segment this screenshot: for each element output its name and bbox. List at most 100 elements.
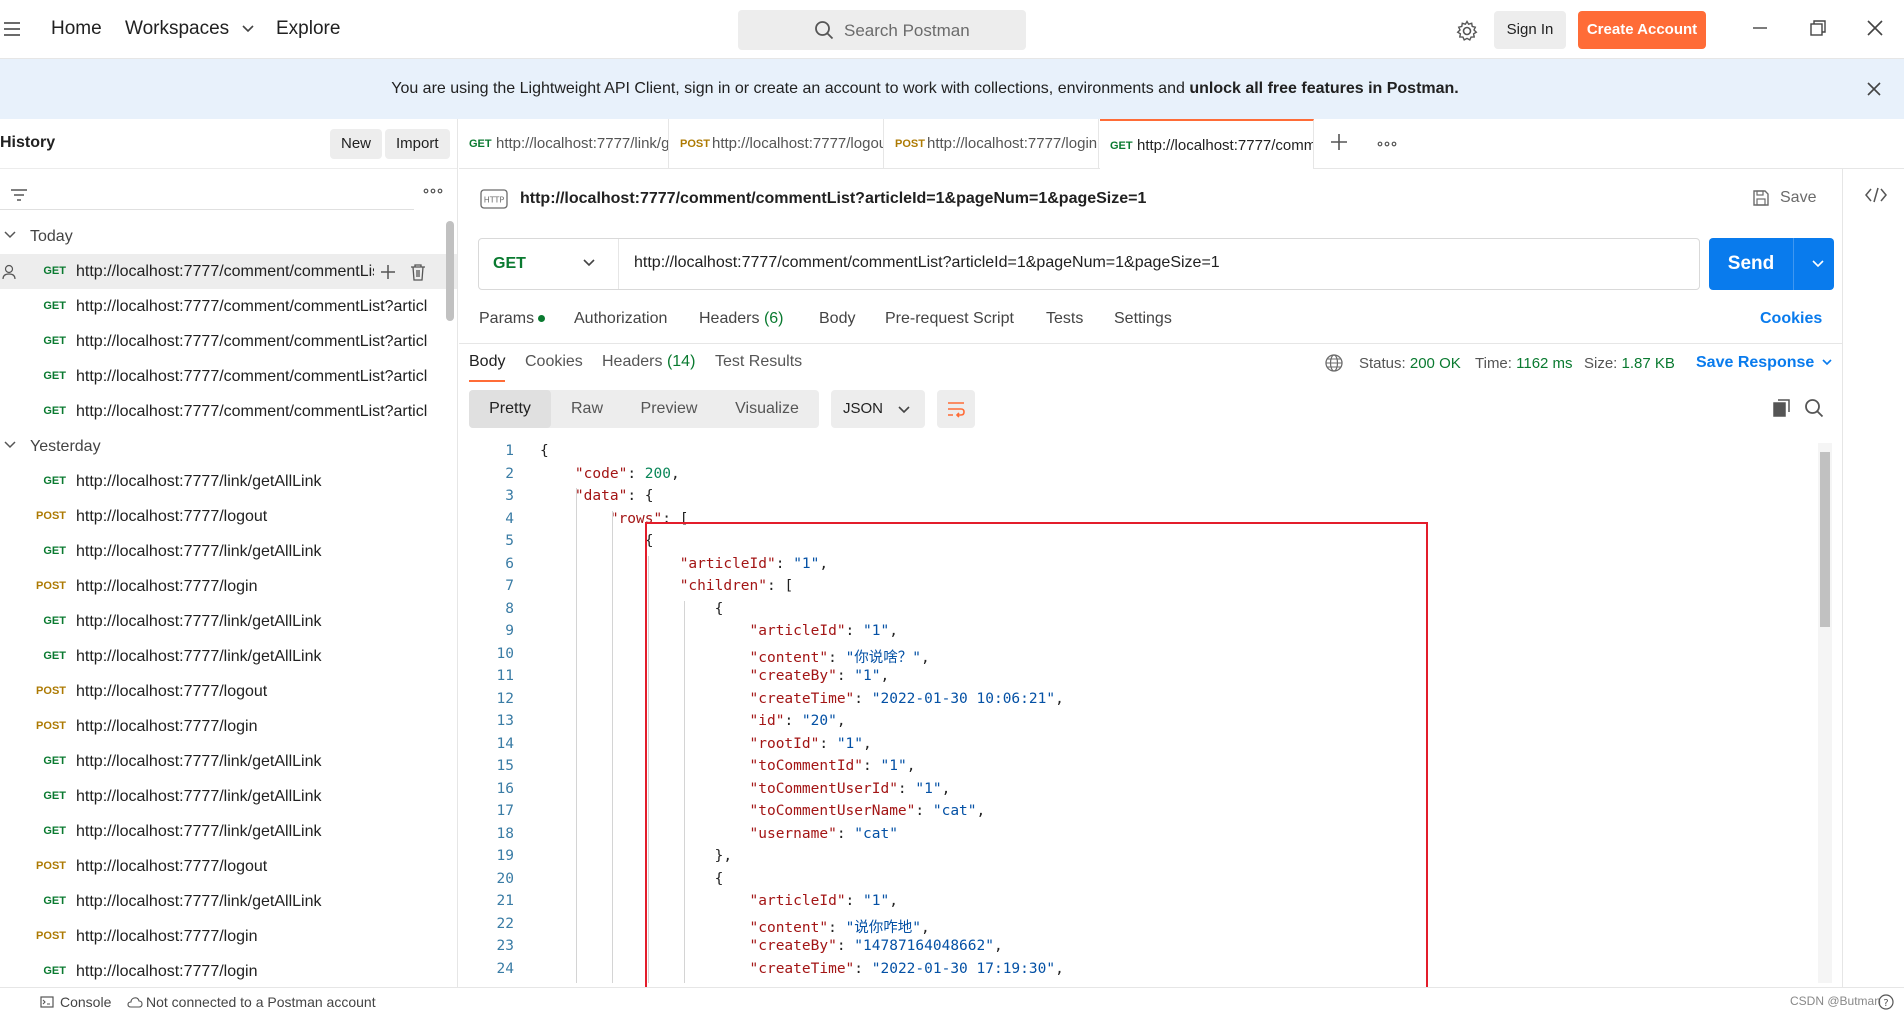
search-input[interactable]: Search Postman	[738, 10, 1026, 50]
history-item[interactable]: GET http://localhost:7777/link/getAllLink	[0, 814, 457, 849]
nav-workspaces[interactable]: Workspaces	[125, 18, 255, 40]
method-select[interactable]: GET	[479, 239, 619, 289]
close-icon[interactable]	[1866, 81, 1882, 97]
filter-icon	[11, 189, 27, 201]
history-item[interactable]: GET http://localhost:7777/link/getAllLink	[0, 884, 457, 919]
globe-icon[interactable]	[1324, 353, 1344, 373]
history-item[interactable]: POST http://localhost:7777/login	[0, 569, 457, 604]
code-icon[interactable]	[1865, 187, 1887, 203]
chevron-down-icon[interactable]	[1812, 260, 1824, 268]
sign-in-button[interactable]: Sign In	[1494, 11, 1566, 49]
add-to-collection-icon[interactable]	[380, 264, 396, 280]
tab-authorization[interactable]: Authorization	[574, 310, 667, 328]
history-item[interactable]: POST http://localhost:7777/logout	[0, 849, 457, 884]
wrap-lines-button[interactable]	[937, 390, 975, 428]
tab-tests[interactable]: Tests	[1046, 310, 1083, 328]
response-tab-headers[interactable]: Headers (14)	[602, 353, 695, 371]
response-tab-body[interactable]: Body	[469, 353, 506, 382]
history-item-url: http://localhost:7777/logout	[76, 858, 268, 875]
history-group-yesterday[interactable]: Yesterday	[0, 429, 457, 464]
history-item[interactable]: GET http://localhost:7777/link/getAllLink	[0, 744, 457, 779]
history-item[interactable]: POST http://localhost:7777/login	[0, 709, 457, 744]
indent-guide	[576, 488, 577, 983]
history-item[interactable]: GET http://localhost:7777/link/getAllLink	[0, 639, 457, 674]
tab-2[interactable]: POST http://localhost:7777/logout	[670, 119, 884, 169]
console-button[interactable]: Console	[60, 994, 111, 1010]
banner-link[interactable]: unlock all free features in Postman.	[1189, 80, 1458, 97]
status-meta[interactable]: Status: 200 OK	[1359, 355, 1461, 372]
more-options-icon[interactable]	[423, 188, 443, 194]
history-item[interactable]: POST http://localhost:7777/logout	[0, 674, 457, 709]
size-meta[interactable]: Size: 1.87 KB	[1584, 355, 1675, 372]
connection-status[interactable]: Not connected to a Postman account	[146, 994, 376, 1010]
history-item[interactable]: GET http://localhost:7777/comment/comment…	[0, 324, 457, 359]
more-tabs-icon[interactable]	[1377, 141, 1397, 147]
right-rail	[1842, 169, 1904, 987]
view-pretty[interactable]: Pretty	[469, 390, 551, 428]
import-button[interactable]: Import	[385, 129, 450, 159]
view-preview[interactable]: Preview	[623, 390, 715, 428]
watermark: CSDN @Butman	[1790, 994, 1881, 1008]
add-tab-icon[interactable]	[1329, 132, 1349, 152]
history-item[interactable]: GET http://localhost:7777/link/getAllLink	[0, 779, 457, 814]
search-placeholder: Search Postman	[844, 21, 970, 40]
nav-home[interactable]: Home	[51, 18, 102, 40]
view-raw[interactable]: Raw	[551, 390, 623, 428]
time-meta[interactable]: Time: 1162 ms	[1475, 355, 1573, 372]
tab-headers[interactable]: Headers (6)	[699, 310, 784, 328]
history-item[interactable]: GET http://localhost:7777/login	[0, 954, 457, 987]
request-title-text[interactable]: http://localhost:7777/comment/commentLis…	[520, 190, 1146, 208]
sidebar-scrollbar[interactable]	[446, 221, 454, 321]
nav-explore[interactable]: Explore	[276, 18, 340, 40]
history-item[interactable]: GET http://localhost:7777/comment/comment…	[0, 394, 457, 429]
trash-icon[interactable]	[410, 263, 426, 281]
send-button[interactable]: Send	[1709, 238, 1834, 290]
history-item-url: http://localhost:7777/logout	[76, 683, 268, 700]
history-item[interactable]: GET http://localhost:7777/link/getAllLink	[0, 534, 457, 569]
filter-input[interactable]	[0, 182, 414, 210]
line-number: 16	[496, 780, 514, 797]
search-icon	[815, 21, 834, 40]
search-icon[interactable]	[1804, 398, 1824, 418]
history-item[interactable]: GET http://localhost:7777/comment/comment…	[0, 359, 457, 394]
history-group-label: Yesterday	[30, 438, 101, 455]
create-account-button[interactable]: Create Account	[1578, 11, 1706, 49]
response-tab-test-results[interactable]: Test Results	[715, 353, 802, 371]
line-number: 13	[496, 713, 514, 729]
help-icon[interactable]: ?	[1878, 994, 1894, 1010]
history-item-method: GET	[43, 335, 66, 347]
cookies-link[interactable]: Cookies	[1760, 310, 1822, 328]
code-scrollbar-thumb[interactable]	[1820, 452, 1830, 627]
tab-body[interactable]: Body	[819, 310, 855, 328]
close-window-icon[interactable]	[1863, 16, 1887, 40]
format-select[interactable]: JSON	[831, 390, 925, 428]
tab-params[interactable]: Params	[479, 310, 546, 328]
tab-pre-request-script[interactable]: Pre-request Script	[885, 310, 1014, 328]
history-item[interactable]: GET http://localhost:7777/link/getAllLink	[0, 464, 457, 499]
gear-icon[interactable]	[1455, 19, 1479, 43]
history-item[interactable]: GET http://localhost:7777/comment/comment…	[0, 289, 457, 324]
size-value: 1.87 KB	[1621, 355, 1675, 372]
minimize-icon[interactable]	[1748, 16, 1772, 40]
history-group-today[interactable]: Today	[0, 219, 457, 254]
history-item[interactable]: GET http://localhost:7777/link/getAllLink	[0, 604, 457, 639]
tab-4[interactable]: GET http://localhost:7777/comment/commen…	[1100, 119, 1314, 169]
history-item[interactable]: POST http://localhost:7777/login	[0, 919, 457, 954]
history-item-url: http://localhost:7777/comment/commentLis…	[76, 403, 428, 420]
menu-icon[interactable]	[4, 22, 20, 36]
tab-1[interactable]: GET http://localhost:7777/link/getAllLin…	[459, 119, 669, 169]
copy-icon[interactable]	[1772, 398, 1792, 418]
status-value: 200 OK	[1409, 355, 1461, 372]
url-input[interactable]: http://localhost:7777/comment/commentLis…	[634, 254, 1220, 272]
restore-icon[interactable]	[1806, 16, 1830, 40]
view-visualize[interactable]: Visualize	[715, 390, 819, 428]
user-icon	[2, 264, 16, 280]
history-item[interactable]: GET http://localhost:7777/comment/comment…	[0, 254, 457, 289]
tab-settings[interactable]: Settings	[1114, 310, 1172, 328]
save-response-button[interactable]: Save Response	[1696, 354, 1832, 372]
tab-3[interactable]: POST http://localhost:7777/login	[885, 119, 1099, 169]
response-tab-cookies[interactable]: Cookies	[525, 353, 583, 371]
new-button[interactable]: New	[330, 129, 383, 159]
history-item[interactable]: POST http://localhost:7777/logout	[0, 499, 457, 534]
history-sidebar: History New Import Today GET http://localh…	[0, 119, 458, 987]
